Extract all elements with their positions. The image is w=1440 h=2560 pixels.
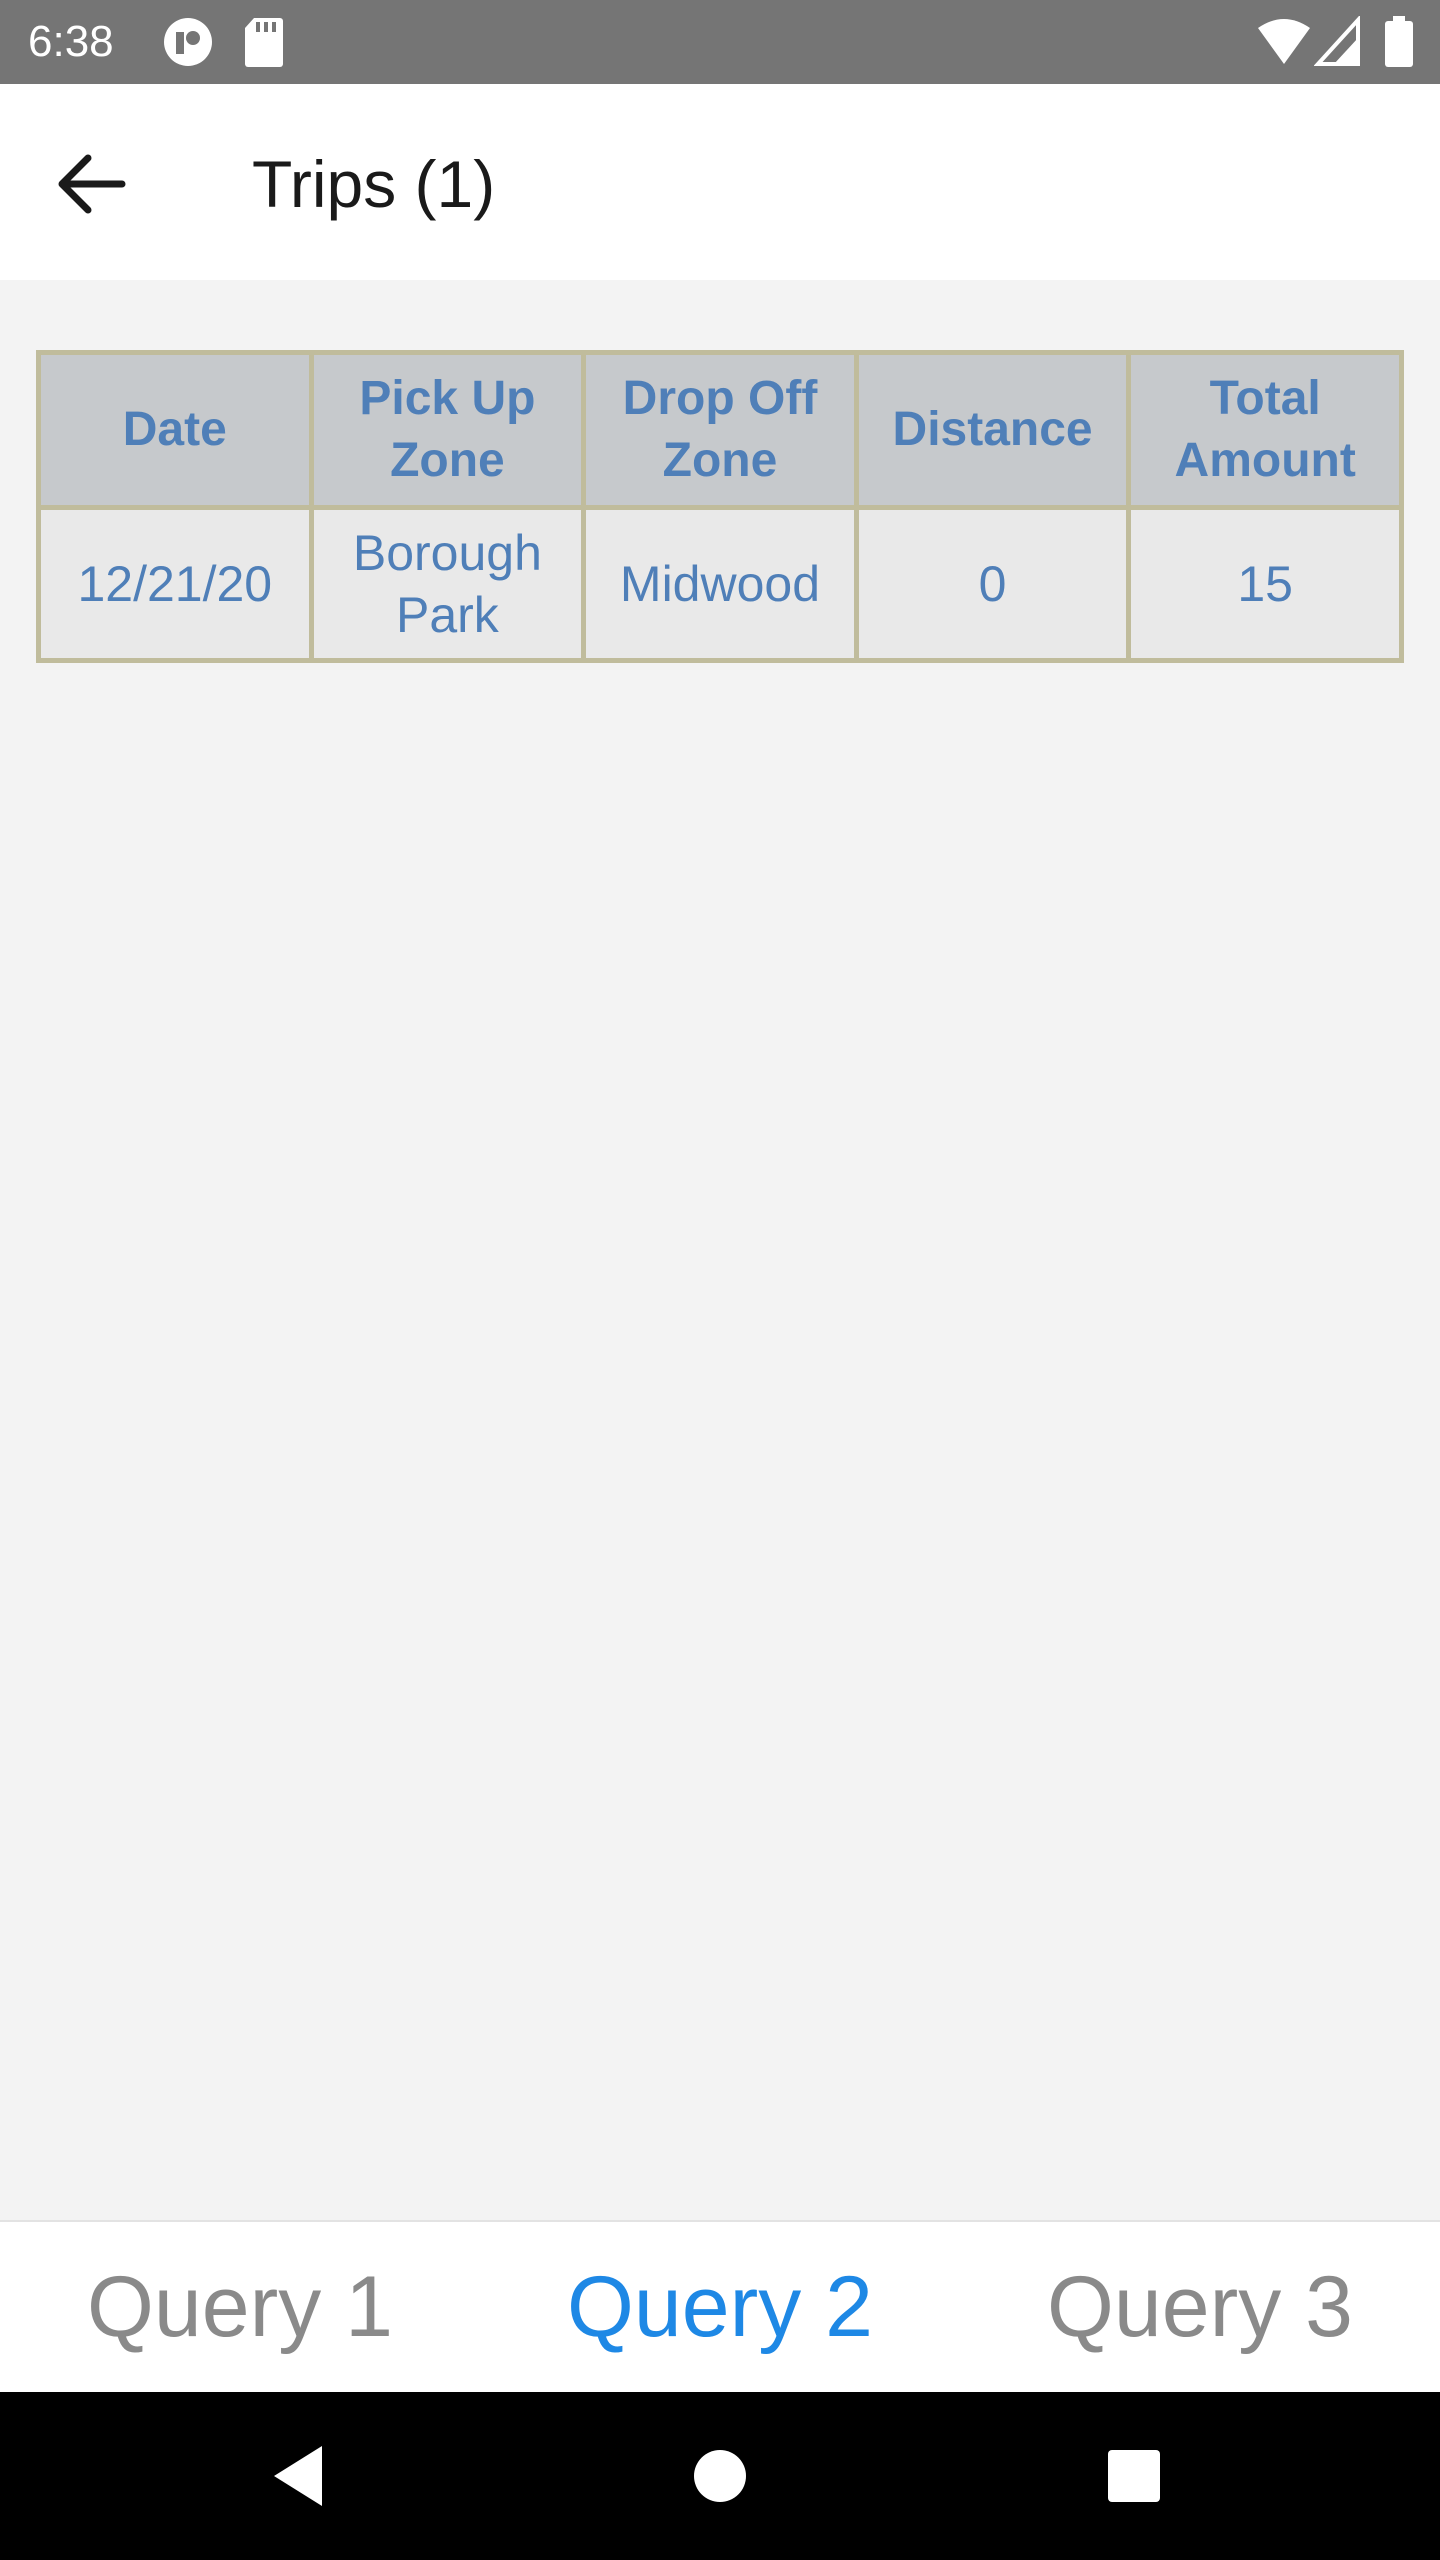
wifi-icon	[1256, 16, 1312, 73]
status-time: 6:38	[28, 17, 114, 66]
tab-query-1[interactable]: Query 1	[0, 2222, 480, 2392]
bottom-tab-bar: Query 1 Query 2 Query 3	[0, 2220, 1440, 2392]
column-header-distance: Distance	[853, 350, 1132, 510]
app-notification-icon	[162, 16, 214, 73]
tab-query-2[interactable]: Query 2	[480, 2222, 960, 2392]
recents-square-icon	[1108, 2450, 1160, 2502]
cell-total-amount: 15	[1126, 505, 1404, 663]
cell-drop-off-zone: Midwood	[581, 505, 859, 663]
column-header-date: Date	[36, 350, 314, 510]
table-row[interactable]: 12/21/20 Borough Park Midwood 0 15	[36, 505, 1404, 663]
nav-back-button[interactable]	[262, 2436, 342, 2516]
arrow-left-icon	[58, 154, 126, 214]
nav-recents-button[interactable]	[1094, 2436, 1174, 2516]
page-title: Trips (1)	[252, 147, 496, 221]
cell-pick-up-zone: Borough Park	[308, 505, 587, 663]
signal-icon	[1313, 14, 1362, 73]
status-bar: 6:38	[0, 0, 1440, 84]
column-header-total-amount: Total Amount	[1126, 350, 1404, 510]
sd-card-icon	[244, 16, 284, 73]
nav-home-button[interactable]	[680, 2436, 760, 2516]
tab-query-3[interactable]: Query 3	[960, 2222, 1440, 2392]
app-bar: Trips (1)	[0, 84, 1440, 280]
home-circle-icon	[694, 2450, 746, 2502]
column-header-drop-off-zone: Drop Off Zone	[581, 350, 859, 510]
column-header-pick-up-zone: Pick Up Zone	[308, 350, 587, 510]
trips-table: Date Pick Up Zone Drop Off Zone Distance…	[36, 350, 1404, 663]
system-nav-bar	[0, 2392, 1440, 2560]
battery-icon	[1384, 16, 1414, 73]
cell-distance: 0	[853, 505, 1132, 663]
back-button[interactable]	[50, 142, 134, 226]
back-triangle-icon	[274, 2446, 322, 2506]
table-header-row: Date Pick Up Zone Drop Off Zone Distance…	[36, 350, 1404, 510]
cell-date: 12/21/20	[36, 505, 314, 663]
